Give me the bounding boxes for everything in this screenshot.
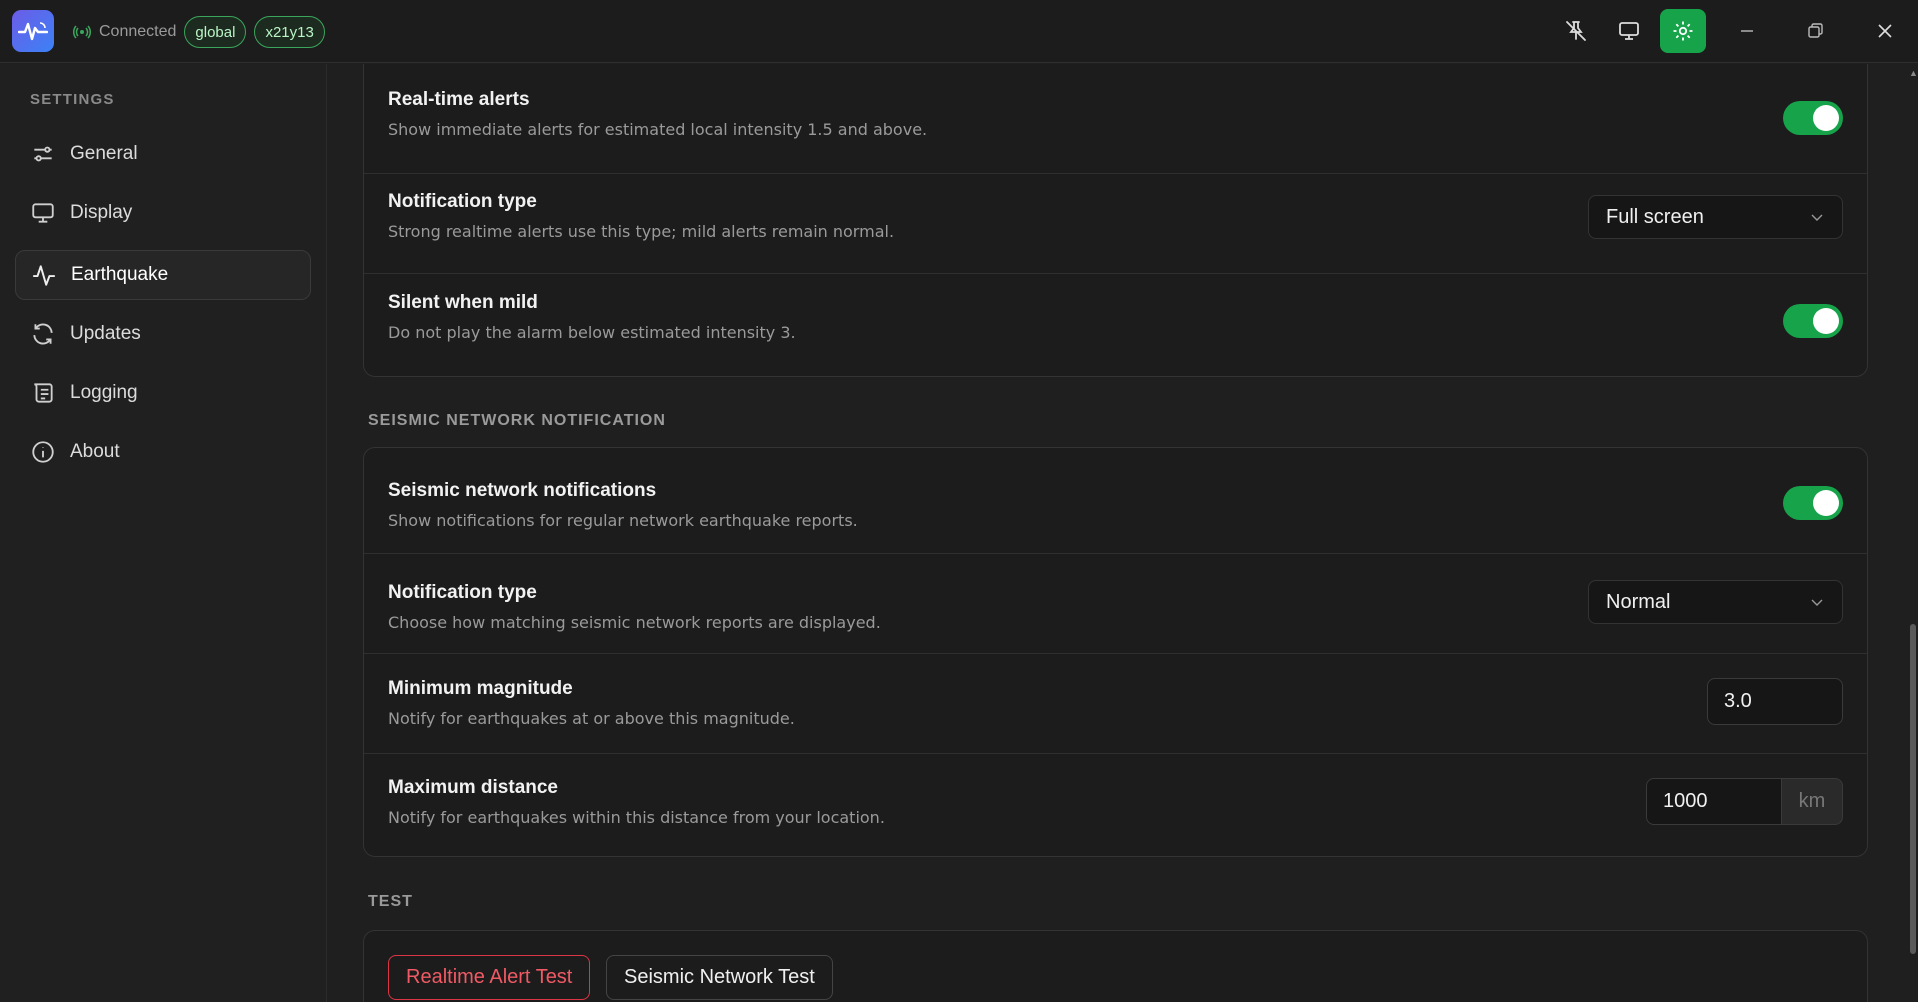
restore-button[interactable] bbox=[1792, 9, 1838, 53]
broadcast-icon bbox=[73, 23, 91, 41]
max-distance-title: Maximum distance bbox=[388, 777, 558, 798]
minimize-button[interactable] bbox=[1724, 9, 1770, 53]
sidebar-item-label: Display bbox=[70, 202, 133, 223]
min-magnitude-value: 3.0 bbox=[1724, 690, 1752, 712]
sidebar-item-about[interactable]: About bbox=[15, 427, 311, 477]
seismic-section-heading: SEISMIC NETWORK NOTIFICATION bbox=[368, 412, 666, 429]
sidebar-item-label: Updates bbox=[70, 323, 141, 344]
sidebar-item-general[interactable]: General bbox=[15, 129, 311, 179]
seismic-card: Seismic network notifications Show notif… bbox=[363, 447, 1868, 857]
sidebar-heading: SETTINGS bbox=[30, 91, 115, 108]
max-distance-field: 1000 km bbox=[1646, 778, 1843, 825]
chevron-down-icon bbox=[1811, 599, 1823, 606]
seismic-notif-desc: Show notifications for regular network e… bbox=[388, 511, 858, 530]
title-bar: Connected global x21y13 bbox=[0, 0, 1918, 63]
realtime-alerts-row: Real-time alerts Show immediate alerts f… bbox=[364, 64, 1867, 173]
min-magnitude-title: Minimum magnitude bbox=[388, 678, 573, 699]
realtime-type-row: Notification type Strong realtime alerts… bbox=[364, 173, 1867, 273]
test-section-heading: TEST bbox=[368, 893, 413, 910]
region-badge: global bbox=[184, 16, 247, 48]
min-magnitude-desc: Notify for earthquakes at or above this … bbox=[388, 709, 795, 728]
scroll-icon bbox=[34, 383, 53, 403]
silent-mild-row: Silent when mild Do not play the alarm b… bbox=[364, 273, 1867, 378]
seismic-type-title: Notification type bbox=[388, 582, 537, 603]
seismic-notif-title: Seismic network notifications bbox=[388, 480, 657, 501]
sidebar-item-label: General bbox=[70, 143, 138, 164]
seismic-notif-row: Seismic network notifications Show notif… bbox=[364, 448, 1867, 553]
chevron-down-icon bbox=[1811, 214, 1823, 221]
realtime-type-desc: Strong realtime alerts use this type; mi… bbox=[388, 222, 895, 241]
pin-off-icon bbox=[1566, 21, 1586, 41]
min-magnitude-input[interactable]: 3.0 bbox=[1707, 678, 1843, 725]
test-card: Realtime Alert Test Seismic Network Test bbox=[363, 930, 1868, 1002]
seismic-type-select[interactable]: Normal bbox=[1588, 580, 1843, 624]
realtime-type-select[interactable]: Full screen bbox=[1588, 195, 1843, 239]
grid-badge: x21y13 bbox=[254, 16, 325, 48]
refresh-icon bbox=[33, 323, 53, 345]
info-icon bbox=[32, 441, 54, 463]
connection-status-text: Connected bbox=[99, 23, 177, 40]
seismic-network-test-button[interactable]: Seismic Network Test bbox=[606, 955, 833, 1000]
sidebar-item-updates[interactable]: Updates bbox=[15, 309, 311, 359]
realtime-alerts-desc: Show immediate alerts for estimated loca… bbox=[388, 120, 928, 139]
sidebar-item-logging[interactable]: Logging bbox=[15, 368, 311, 418]
max-distance-value: 1000 bbox=[1663, 790, 1708, 812]
app-logo-icon bbox=[12, 10, 54, 52]
realtime-card: Real-time alerts Show immediate alerts f… bbox=[363, 64, 1868, 377]
seismic-type-desc: Choose how matching seismic network repo… bbox=[388, 613, 881, 632]
sidebar-item-label: About bbox=[70, 441, 120, 462]
seismic-type-value: Normal bbox=[1606, 590, 1671, 613]
max-distance-row: Maximum distance Notify for earthquakes … bbox=[364, 753, 1867, 858]
gear-icon bbox=[1673, 21, 1693, 41]
settings-sidebar: SETTINGS General Display Earthquake Upda… bbox=[0, 64, 327, 1002]
settings-content: Real-time alerts Show immediate alerts f… bbox=[328, 64, 1918, 1002]
monitor-icon bbox=[1619, 22, 1639, 40]
realtime-alerts-title: Real-time alerts bbox=[388, 89, 530, 110]
realtime-type-value: Full screen bbox=[1606, 205, 1704, 228]
sliders-icon bbox=[34, 146, 52, 162]
monitor-icon bbox=[32, 203, 54, 223]
connection-status: Connected global x21y13 bbox=[73, 16, 325, 48]
display-button[interactable] bbox=[1606, 9, 1652, 53]
silent-mild-toggle[interactable] bbox=[1783, 304, 1843, 338]
realtime-alert-test-button[interactable]: Realtime Alert Test bbox=[388, 955, 591, 1000]
seismic-type-row: Notification type Choose how matching se… bbox=[364, 553, 1867, 653]
min-magnitude-row: Minimum magnitude Notify for earthquakes… bbox=[364, 653, 1867, 753]
content-scrollbar[interactable]: ▲ bbox=[1908, 64, 1918, 1002]
scrollbar-thumb[interactable] bbox=[1910, 624, 1916, 954]
scroll-up-icon[interactable]: ▲ bbox=[1909, 68, 1918, 78]
sidebar-item-display[interactable]: Display bbox=[15, 188, 311, 238]
sidebar-item-label: Logging bbox=[70, 382, 138, 403]
max-distance-desc: Notify for earthquakes within this dista… bbox=[388, 808, 885, 827]
realtime-type-title: Notification type bbox=[388, 191, 537, 212]
sidebar-item-label: Earthquake bbox=[71, 264, 169, 285]
distance-unit-label: km bbox=[1782, 778, 1843, 825]
activity-icon bbox=[33, 265, 55, 286]
restore-icon bbox=[1808, 23, 1823, 38]
pin-off-button[interactable] bbox=[1553, 9, 1599, 53]
realtime-alerts-toggle[interactable] bbox=[1783, 101, 1843, 135]
sidebar-item-earthquake[interactable]: Earthquake bbox=[15, 250, 311, 300]
settings-button[interactable] bbox=[1660, 9, 1706, 53]
silent-mild-title: Silent when mild bbox=[388, 292, 538, 313]
silent-mild-desc: Do not play the alarm below estimated in… bbox=[388, 323, 796, 342]
seismic-notif-toggle[interactable] bbox=[1783, 486, 1843, 520]
close-icon bbox=[1878, 24, 1892, 38]
close-button[interactable] bbox=[1862, 9, 1908, 53]
minimize-icon bbox=[1741, 30, 1753, 32]
max-distance-input[interactable]: 1000 bbox=[1646, 778, 1782, 825]
